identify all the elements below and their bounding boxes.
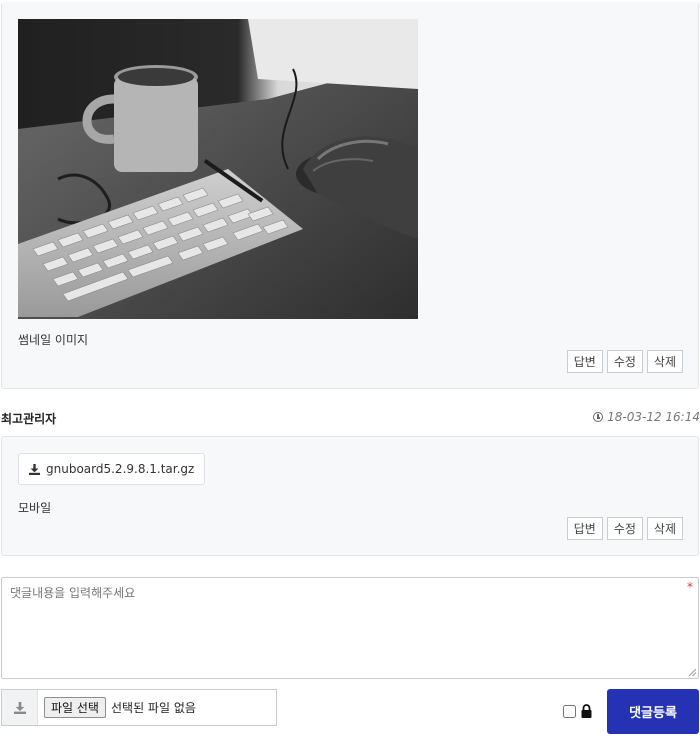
attachment-link[interactable]: gnuboard5.2.9.8.1.tar.gz [18,453,206,485]
secret-comment-toggle [563,704,593,718]
thumbnail-image [18,19,418,319]
download-icon [13,701,26,714]
clock-icon [593,412,604,422]
secret-checkbox[interactable] [563,704,576,718]
edit-button[interactable]: 수정 [606,350,643,373]
comment-actions: 답변 수정 삭제 [566,517,683,540]
attachment-filename: gnuboard5.2.9.8.1.tar.gz [46,462,195,476]
image-caption: 썸네일 이미지 [18,333,89,347]
comment-body: 모바일 [18,501,52,515]
upload-addon [2,690,38,725]
comment-author: 최고관리자 [1,412,57,426]
comment-textarea-wrapper: * [1,577,699,679]
submit-comment-button[interactable]: 댓글등록 [607,689,699,734]
file-upload-field: 파일 선택 선택된 파일 없음 [1,689,277,726]
comment-edit-button[interactable]: 수정 [606,517,643,540]
comment-header: 최고관리자 18-03-12 16:14 [0,410,700,428]
reply-button[interactable]: 답변 [566,350,603,373]
resize-grip-icon[interactable] [688,668,696,676]
required-mark: * [687,580,693,594]
post-image-card: 썸네일 이미지 답변 수정 삭제 [1,2,699,389]
delete-button[interactable]: 삭제 [646,350,683,373]
desk-keyboard-photo [18,19,418,319]
choose-file-button[interactable]: 파일 선택 [44,697,106,718]
comment-date: 18-03-12 16:14 [593,410,700,424]
comment-date-text: 18-03-12 16:14 [607,410,700,424]
comment-card: gnuboard5.2.9.8.1.tar.gz 모바일 답변 수정 삭제 [1,436,699,556]
no-file-label: 선택된 파일 없음 [110,701,196,715]
post-actions: 답변 수정 삭제 [566,350,683,373]
download-icon [29,463,40,475]
lock-icon [580,704,593,718]
comment-textarea[interactable] [2,578,698,678]
comment-delete-button[interactable]: 삭제 [646,517,683,540]
comment-reply-button[interactable]: 답변 [566,517,603,540]
